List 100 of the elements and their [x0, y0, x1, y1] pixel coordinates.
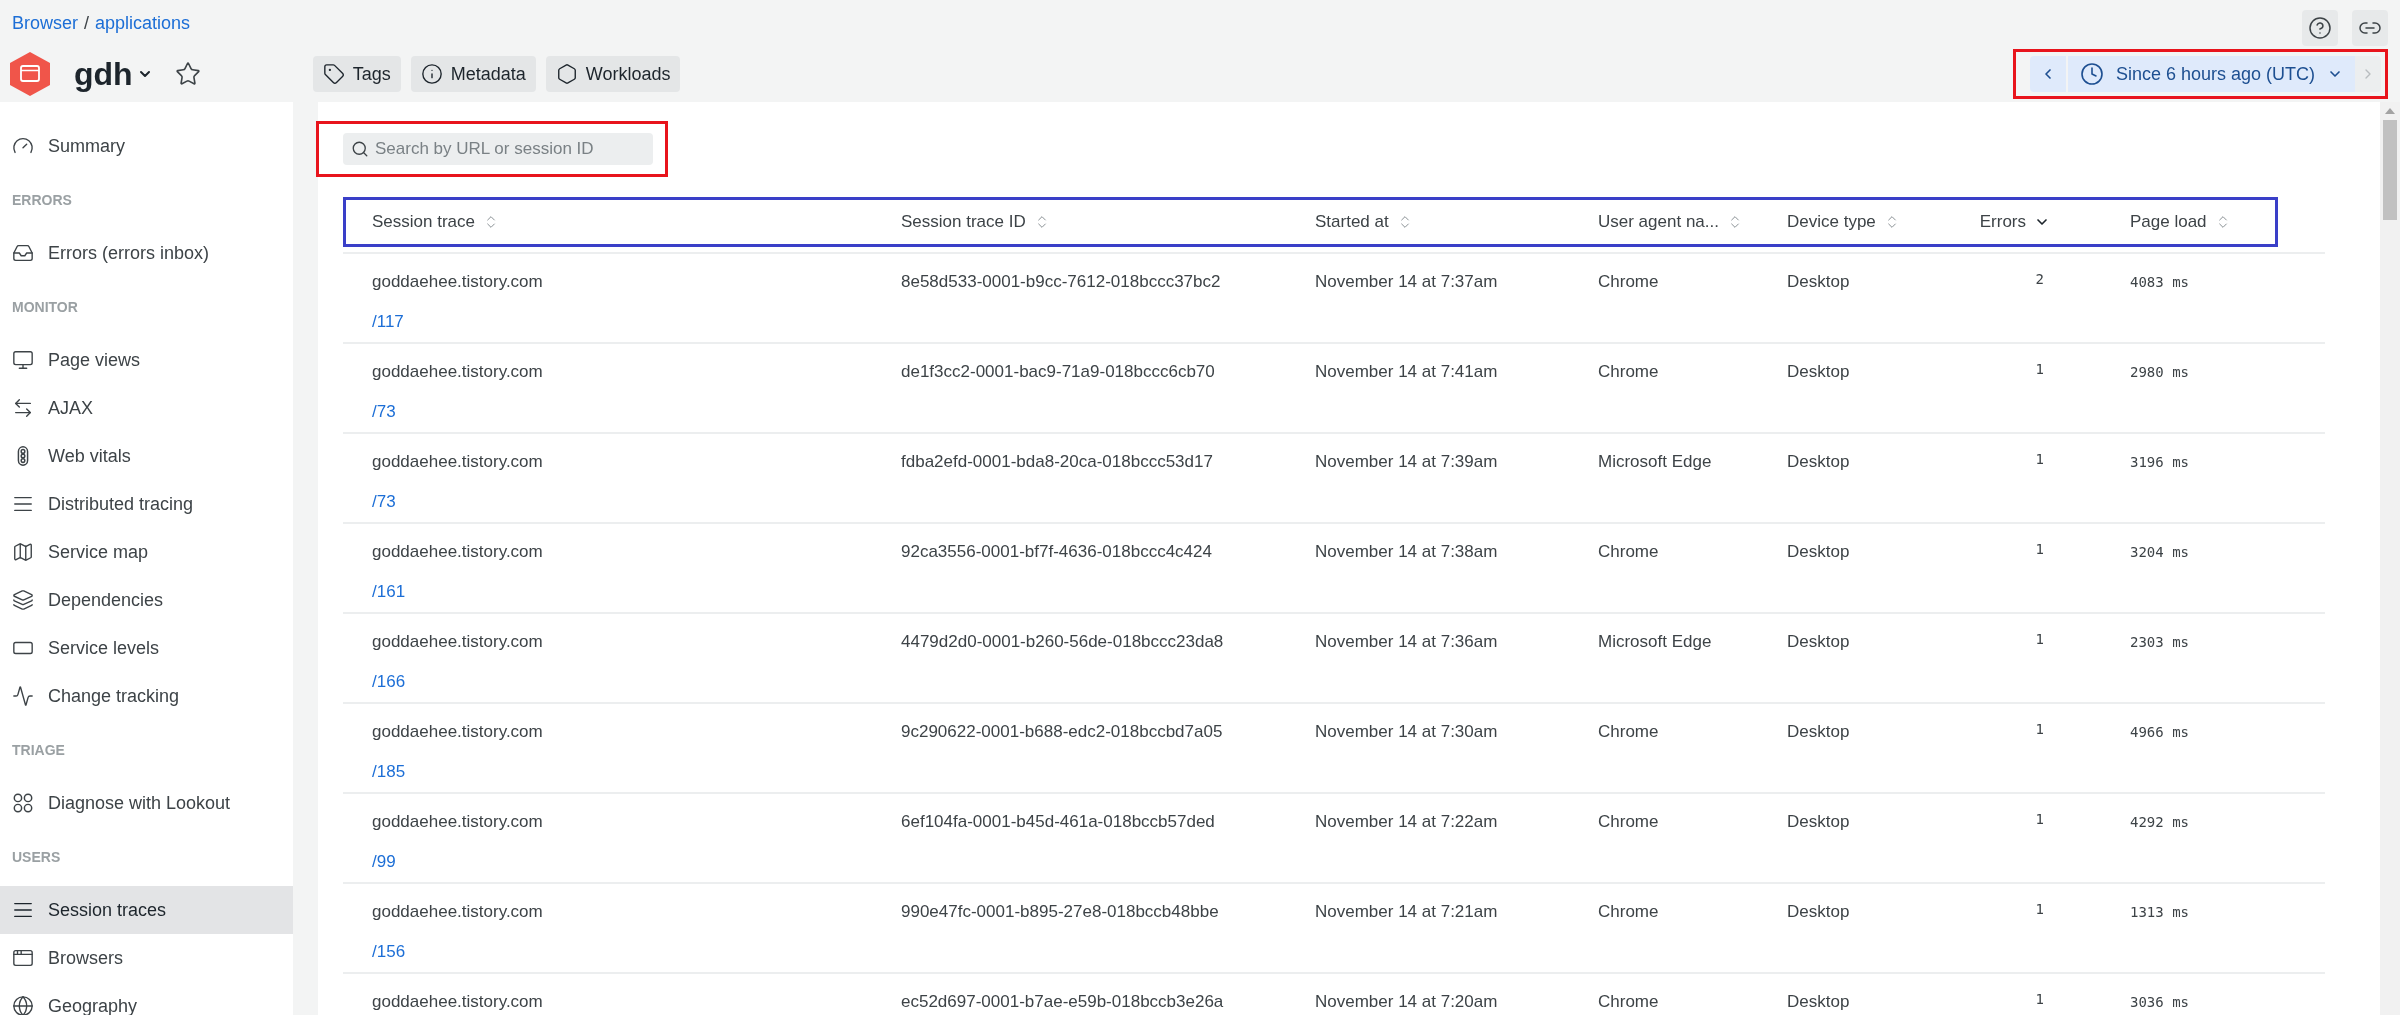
column-header[interactable]: Errors: [1950, 209, 2050, 235]
device-type-cell: Desktop: [1787, 992, 1850, 1011]
host-text: goddaehee.tistory.com: [372, 901, 543, 923]
page-load-cell: 2303 ms: [2130, 634, 2189, 650]
user-agent-cell: Chrome: [1598, 362, 1659, 381]
user-agent-cell: Chrome: [1598, 722, 1659, 741]
device-type-cell: Desktop: [1787, 902, 1850, 921]
path-link[interactable]: /73: [372, 488, 396, 514]
device-type-cell: Desktop: [1787, 632, 1850, 651]
path-link[interactable]: /99: [372, 848, 396, 874]
errors-cell-text: 1: [2035, 720, 2044, 739]
sidebar-item[interactable]: Page views: [0, 336, 293, 384]
host-text: goddaehee.tistory.com: [372, 451, 543, 473]
monitor-icon: [12, 349, 34, 371]
time-range-picker[interactable]: Since 6 hours ago (UTC): [2067, 56, 2355, 92]
circles-icon: [12, 792, 34, 814]
copy-link-button[interactable]: [2352, 10, 2388, 46]
sidebar-item[interactable]: Dependencies: [0, 576, 293, 624]
errors-cell-text: 1: [2035, 900, 2044, 919]
tag-icon: [322, 63, 345, 85]
previous-button[interactable]: [2029, 56, 2066, 92]
device-type-cell: Desktop: [1787, 812, 1850, 831]
errors-cell-text: 1: [2035, 540, 2044, 559]
browser-window-icon: [12, 947, 34, 969]
started-at-cell: November 14 at 7:38am: [1315, 542, 1498, 561]
started-at-cell: November 14 at 7:21am: [1315, 902, 1498, 921]
sidebar-item[interactable]: Browsers: [0, 934, 293, 982]
user-agent-cell: Chrome: [1598, 542, 1659, 561]
path-link[interactable]: /156: [372, 938, 406, 964]
star-icon[interactable]: [174, 61, 201, 87]
help-button[interactable]: [2302, 10, 2338, 46]
section-heading: USERS: [11, 848, 62, 867]
host-text: goddaehee.tistory.com: [372, 721, 543, 743]
column-header[interactable]: Page load: [2050, 209, 2275, 235]
column-header[interactable]: Session trace: [372, 209, 901, 235]
path-link[interactable]: /161: [372, 578, 406, 604]
path-link[interactable]: /166: [372, 668, 406, 694]
header-button[interactable]: Workloads: [545, 56, 681, 92]
page-load-cell: 4292 ms: [2130, 814, 2189, 830]
sidebar-item[interactable]: Geography: [0, 982, 293, 1015]
sidebar-item[interactable]: Session traces: [0, 886, 293, 934]
page-load-cell: 4966 ms: [2130, 724, 2189, 740]
page-load-cell: 2980 ms: [2130, 364, 2189, 380]
sidebar-item[interactable]: Distributed tracing: [0, 480, 293, 528]
section-heading: MONITOR: [11, 298, 79, 317]
sidebar-item[interactable]: AJAX: [0, 384, 293, 432]
breadcrumb-separator: /: [84, 12, 90, 35]
device-type-cell: Desktop: [1787, 542, 1850, 561]
search-icon: [351, 140, 369, 158]
globe-icon: [12, 995, 34, 1015]
hexagon-icon: [555, 63, 578, 85]
scroll-up-icon[interactable]: [2385, 108, 2395, 114]
section-heading: ERRORS: [11, 191, 73, 210]
user-agent-cell: Microsoft Edge: [1598, 632, 1712, 651]
map-icon: [12, 541, 34, 563]
column-header[interactable]: Session trace ID: [901, 209, 1315, 235]
header-button[interactable]: Tags: [312, 56, 401, 92]
sidebar-item[interactable]: Change tracking: [0, 672, 293, 720]
started-at-cell: November 14 at 7:22am: [1315, 812, 1498, 831]
errors-cell-text: 1: [2035, 450, 2044, 469]
breadcrumb-link[interactable]: Browser: [12, 10, 78, 37]
help-icon: [2308, 16, 2332, 40]
path-link[interactable]: /185: [372, 758, 406, 784]
column-header[interactable]: Device type: [1787, 209, 1950, 235]
inbox-icon: [12, 242, 34, 264]
search-field[interactable]: Search by URL or session ID: [343, 133, 653, 165]
device-type-cell: Desktop: [1787, 722, 1850, 741]
started-at-cell: November 14 at 7:39am: [1315, 452, 1498, 471]
started-at-cell: November 14 at 7:36am: [1315, 632, 1498, 651]
header-button[interactable]: Metadata: [410, 56, 536, 92]
clock-icon: [2079, 62, 2104, 86]
scrollbar-thumb[interactable]: [2383, 120, 2397, 220]
errors-cell-text: 2: [2035, 270, 2044, 289]
sidebar-item[interactable]: Service levels: [0, 624, 293, 672]
errors-cell-text: 1: [2035, 810, 2044, 829]
info-icon: [420, 63, 443, 85]
started-at-cell: November 14 at 7:20am: [1315, 992, 1498, 1011]
host-text: goddaehee.tistory.com: [372, 991, 543, 1013]
sidebar-item[interactable]: Service map: [0, 528, 293, 576]
section-heading: TRIAGE: [11, 741, 66, 760]
sidebar-item[interactable]: Web vitals: [0, 432, 293, 480]
path-link[interactable]: /73: [372, 398, 396, 424]
page-load-cell: 1313 ms: [2130, 904, 2189, 920]
errors-cell-text: 1: [2035, 630, 2044, 649]
trace-id-cell: fdba2efd-0001-bda8-20ca-018bccc53d17: [901, 452, 1213, 471]
user-agent-cell: Chrome: [1598, 272, 1659, 291]
user-agent-cell: Microsoft Edge: [1598, 452, 1712, 471]
column-header[interactable]: Started at: [1315, 209, 1598, 235]
page-load-cell: 3204 ms: [2130, 544, 2189, 560]
path-link[interactable]: /117: [372, 308, 404, 334]
app-name-dropdown[interactable]: gdh: [74, 50, 153, 98]
column-header[interactable]: User agent na...: [1598, 209, 1787, 235]
breadcrumb-link[interactable]: applications: [95, 10, 191, 37]
trace-id-cell: 990e47fc-0001-b895-27e8-018bccb48bbe: [901, 902, 1219, 921]
sidebar-item[interactable]: Errors (errors inbox): [0, 229, 293, 277]
sidebar-item[interactable]: Diagnose with Lookout: [0, 779, 293, 827]
host-text: goddaehee.tistory.com: [372, 541, 543, 563]
sidebar-item[interactable]: Summary: [0, 122, 293, 170]
started-at-cell: November 14 at 7:37am: [1315, 272, 1498, 291]
arrows-icon: [12, 397, 34, 419]
